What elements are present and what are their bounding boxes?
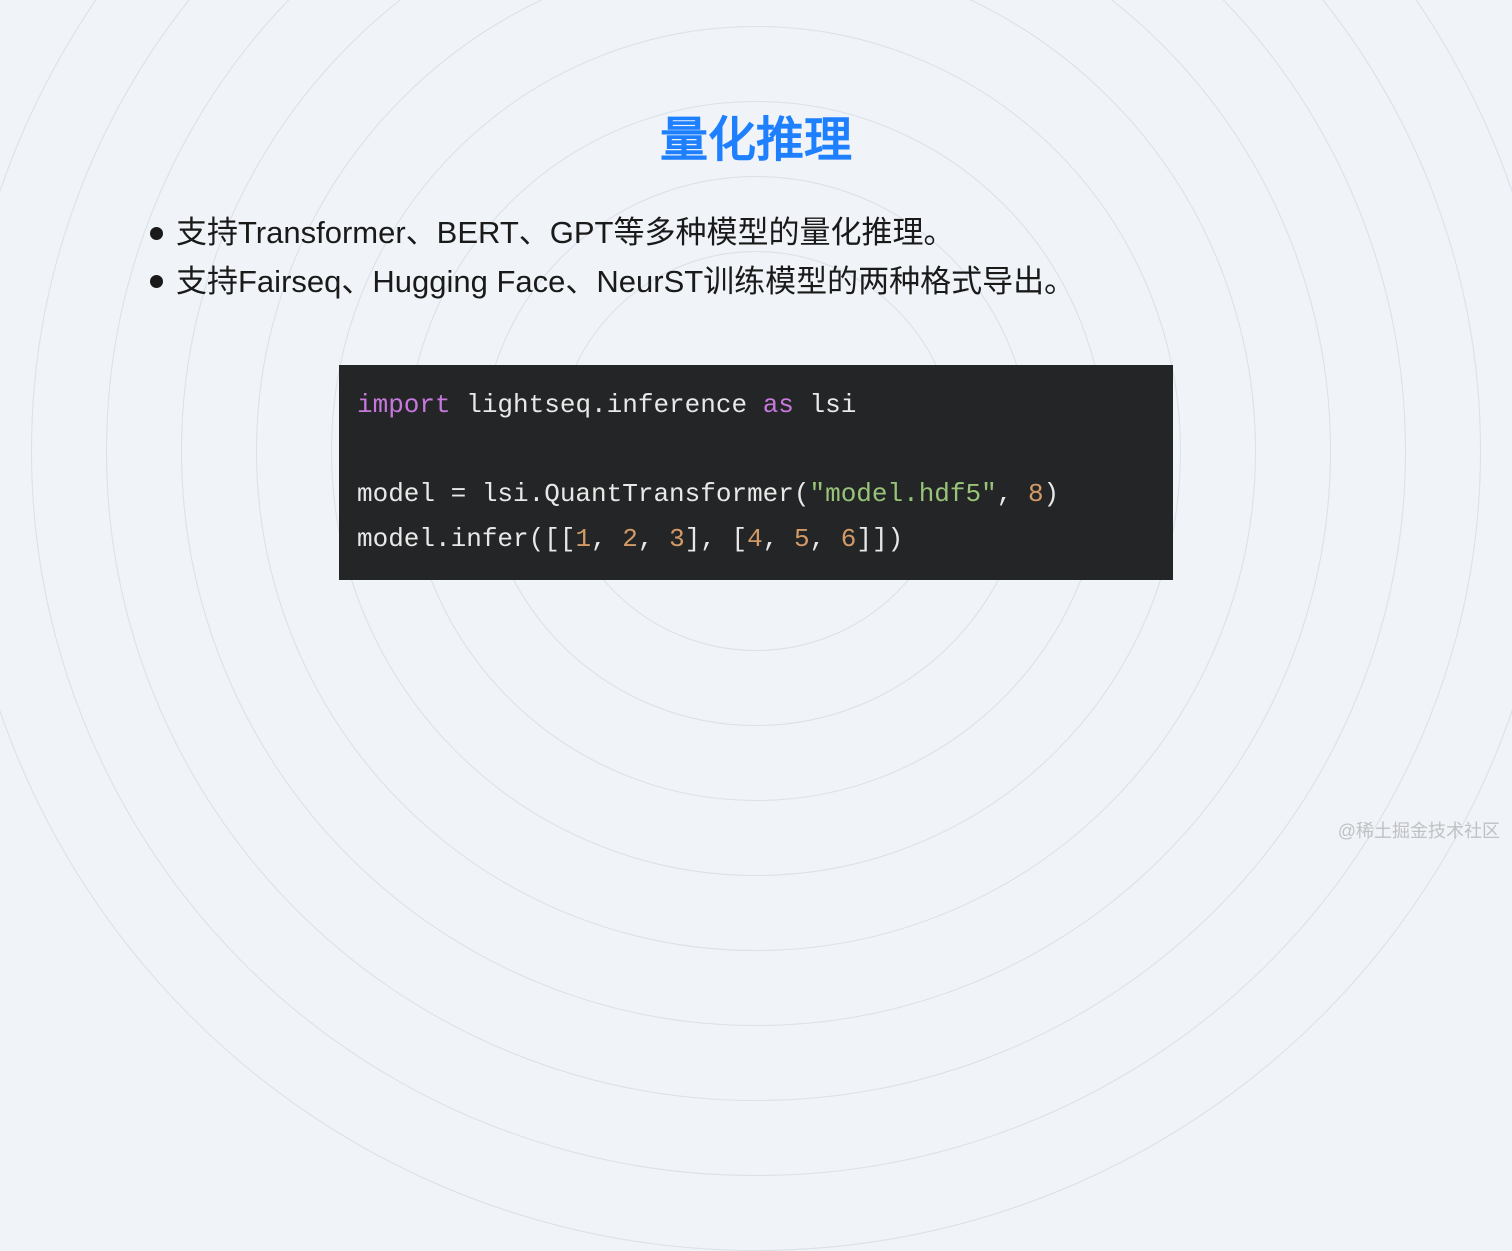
code-alias: lsi [794,390,856,420]
bullet-dot-icon [150,227,163,240]
bullet-text: 支持Transformer、BERT、GPT等多种模型的量化推理。 [176,210,955,257]
slide-title: 量化推理 [0,100,1512,170]
code-block: import lightseq.inference as lsi model =… [339,365,1173,580]
slide-content: 量化推理 支持Transformer、BERT、GPT等多种模型的量化推理。 支… [0,0,1512,580]
code-line-blank [357,428,1155,473]
bullet-item: 支持Transformer、BERT、GPT等多种模型的量化推理。 [150,210,1412,257]
bullet-dot-icon [150,275,163,288]
keyword-import: import [357,390,451,420]
code-module: lightseq.inference [451,390,763,420]
bullet-text: 支持Fairseq、Hugging Face、NeurST训练模型的两种格式导出… [176,259,1075,306]
code-string: "model.hdf5" [809,479,996,509]
code-number: 4 [747,524,763,554]
code-line: import lightseq.inference as lsi [357,383,1155,428]
code-number: 2 [622,524,638,554]
code-number: 5 [794,524,810,554]
keyword-as: as [763,390,794,420]
bullet-item: 支持Fairseq、Hugging Face、NeurST训练模型的两种格式导出… [150,259,1412,306]
code-number: 3 [669,524,685,554]
code-line: model.infer([[1, 2, 3], [4, 5, 6]]) [357,517,1155,562]
watermark: @稀土掘金技术社区 [1338,817,1500,843]
code-line: model = lsi.QuantTransformer("model.hdf5… [357,472,1155,517]
code-number: 1 [575,524,591,554]
code-number: 6 [841,524,857,554]
code-number: 8 [1028,479,1044,509]
bullet-list: 支持Transformer、BERT、GPT等多种模型的量化推理。 支持Fair… [0,210,1512,305]
